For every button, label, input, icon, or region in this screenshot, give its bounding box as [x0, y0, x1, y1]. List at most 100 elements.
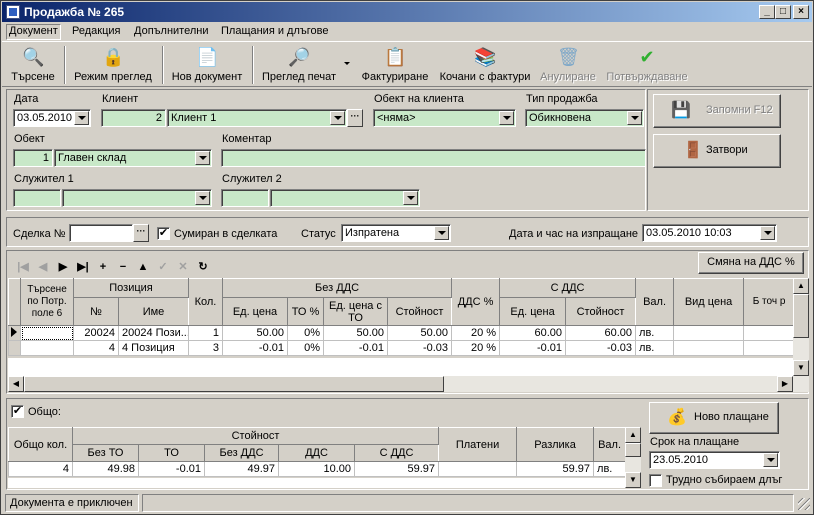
- print-dropdown-arrow-icon[interactable]: [344, 62, 350, 65]
- unit-price-header[interactable]: Ед. цена: [222, 297, 288, 326]
- refresh-records-icon[interactable]: ↻: [195, 259, 211, 275]
- total-qty-cell[interactable]: 4: [8, 461, 73, 477]
- menu-document[interactable]: Документ: [6, 24, 61, 40]
- unit-price-vat-header[interactable]: Ед. цена: [499, 297, 567, 326]
- extra-column-header[interactable]: Б точ р: [743, 278, 796, 326]
- search-tool-button[interactable]: 🔍 Търсене: [6, 44, 60, 86]
- next-record-icon[interactable]: ▶: [55, 259, 71, 275]
- view-mode-button[interactable]: 🔒 Режим преглед: [70, 44, 156, 86]
- cell-no[interactable]: 20024: [73, 325, 119, 341]
- title-bar[interactable]: Продажба № 265 _ □ ×: [2, 2, 812, 22]
- employee1-code-field[interactable]: [13, 189, 61, 207]
- items-horizontal-scrollbar[interactable]: ◀ ▶: [8, 376, 809, 392]
- cell-price-type[interactable]: [673, 340, 745, 356]
- value-vat-header[interactable]: Стойност: [565, 297, 637, 326]
- new-document-button[interactable]: 📄 Нов документ: [168, 44, 246, 86]
- cell-value[interactable]: 50.00: [386, 325, 453, 341]
- cell-to-pct[interactable]: 0%: [287, 325, 324, 341]
- confirm-button[interactable]: ✔ Потвърждаване: [602, 44, 692, 86]
- cell-value[interactable]: -0.03: [386, 340, 453, 356]
- search-column-header[interactable]: Търсене по Потр. поле 6: [20, 278, 74, 326]
- cell-name[interactable]: 20024 Пози...: [118, 325, 189, 341]
- total-to-cell[interactable]: -0.01: [138, 461, 205, 477]
- menu-edit[interactable]: Редакция: [72, 25, 120, 37]
- due-date-field[interactable]: 23.05.2010: [649, 451, 780, 469]
- scroll-left-icon[interactable]: ◀: [8, 376, 24, 392]
- deal-field[interactable]: [69, 224, 133, 242]
- total-no-to-cell[interactable]: 49.98: [72, 461, 139, 477]
- hard-debt-checkbox[interactable]: [649, 474, 662, 487]
- cell-unit-price[interactable]: -0.01: [222, 340, 288, 356]
- cell-unit-price-to[interactable]: 50.00: [323, 325, 388, 341]
- cell-value-vat[interactable]: 60.00: [565, 325, 637, 341]
- total-qty-header[interactable]: Общо кол.: [8, 427, 73, 462]
- post-record-icon[interactable]: ✓: [155, 259, 171, 275]
- cell-search[interactable]: [20, 325, 74, 341]
- menu-payments-debts[interactable]: Плащания и длъгове: [221, 25, 328, 37]
- difference-header[interactable]: Разлика: [516, 427, 595, 462]
- total-currency-header[interactable]: Вал.: [593, 427, 627, 462]
- deal-browse-button[interactable]: ···: [133, 224, 149, 242]
- client-code-field[interactable]: 2: [101, 109, 166, 127]
- items-vertical-scrollbar[interactable]: ▲ ▼: [793, 278, 809, 376]
- cell-unit-price[interactable]: 50.00: [222, 325, 288, 341]
- cell-vat-pct[interactable]: 20 %: [451, 325, 501, 341]
- save-button[interactable]: 💾 Запомни F12: [653, 94, 781, 128]
- totals-scroll-down-icon[interactable]: ▼: [625, 472, 641, 488]
- send-datetime-field[interactable]: 03.05.2010 10:03: [642, 224, 777, 242]
- date-dropdown-button[interactable]: [74, 111, 89, 125]
- cancel-record-icon[interactable]: ✕: [175, 259, 191, 275]
- sale-type-field[interactable]: Обикновена: [525, 109, 644, 127]
- employee2-code-field[interactable]: [221, 189, 269, 207]
- object-code-field[interactable]: 1: [13, 149, 53, 167]
- vat-pct-header[interactable]: ДДС %: [451, 278, 501, 326]
- cell-unit-price-vat[interactable]: 60.00: [499, 325, 567, 341]
- total-no-vat-cell[interactable]: 49.97: [204, 461, 279, 477]
- price-type-header[interactable]: Вид цена: [673, 278, 745, 326]
- object-name-field[interactable]: Главен склад: [54, 149, 212, 167]
- comment-field[interactable]: [221, 149, 646, 167]
- no-vat-header[interactable]: Без ДДС: [221, 278, 453, 298]
- cell-no[interactable]: 4: [73, 340, 119, 356]
- total-paid-cell[interactable]: [438, 461, 518, 477]
- print-preview-button[interactable]: 🔎 Преглед печат: [258, 44, 340, 86]
- sale-type-dropdown-button[interactable]: [627, 111, 642, 125]
- scroll-down-icon[interactable]: ▼: [793, 360, 809, 376]
- total-vat-header[interactable]: ДДС: [278, 444, 355, 462]
- employee1-name-field[interactable]: [62, 189, 212, 207]
- new-payment-button[interactable]: 💰 Ново плащане: [649, 402, 779, 434]
- unit-price-to-header[interactable]: Ед. цена с ТО: [323, 297, 388, 326]
- cell-unit-price-to[interactable]: -0.01: [323, 340, 388, 356]
- total-difference-cell[interactable]: 59.97: [516, 461, 595, 477]
- first-record-icon[interactable]: |◀: [15, 259, 31, 275]
- total-vat-cell[interactable]: 10.00: [278, 461, 355, 477]
- total-with-vat-cell[interactable]: 59.97: [353, 461, 440, 477]
- total-value-header[interactable]: Стойност: [71, 427, 440, 445]
- pos-name-header[interactable]: Име: [118, 297, 189, 326]
- total-currency-cell[interactable]: лв.: [593, 461, 627, 477]
- cell-currency[interactable]: лв.: [635, 340, 675, 356]
- client-object-dropdown-button[interactable]: [499, 111, 514, 125]
- table-row[interactable]: 20024 20024 Пози... 1 50.00 0% 50.00 50.…: [8, 325, 796, 341]
- no-to-header[interactable]: Без ТО: [72, 444, 139, 462]
- invoicing-button[interactable]: 📋 Фактуриране: [358, 44, 432, 86]
- table-row[interactable]: 4 4 Позиция 3 -0.01 0% -0.01 -0.03 20 % …: [8, 340, 796, 356]
- last-record-icon[interactable]: ▶|: [75, 259, 91, 275]
- edit-record-icon[interactable]: ▲: [135, 259, 151, 275]
- cell-qty[interactable]: 1: [188, 325, 223, 341]
- total-with-vat-header[interactable]: С ДДС: [353, 444, 440, 462]
- totals-scroll-up-icon[interactable]: ▲: [625, 427, 641, 443]
- insert-record-icon[interactable]: +: [95, 259, 111, 275]
- to-pct-header[interactable]: ТО %: [287, 297, 324, 326]
- employee2-name-field[interactable]: [270, 189, 420, 207]
- cell-vat-pct[interactable]: 20 %: [451, 340, 501, 356]
- cell-name[interactable]: 4 Позиция: [118, 340, 189, 356]
- cell-extra[interactable]: [743, 325, 796, 341]
- employee2-dropdown-button[interactable]: [403, 191, 418, 205]
- total-no-vat-header[interactable]: Без ДДС: [204, 444, 279, 462]
- scroll-right-icon[interactable]: ▶: [777, 376, 793, 392]
- cell-value-vat[interactable]: -0.03: [565, 340, 637, 356]
- maximize-button[interactable]: □: [775, 5, 791, 19]
- invoice-books-button[interactable]: 📚 Кочани с фактури: [436, 44, 534, 86]
- send-datetime-dropdown-button[interactable]: [760, 226, 775, 240]
